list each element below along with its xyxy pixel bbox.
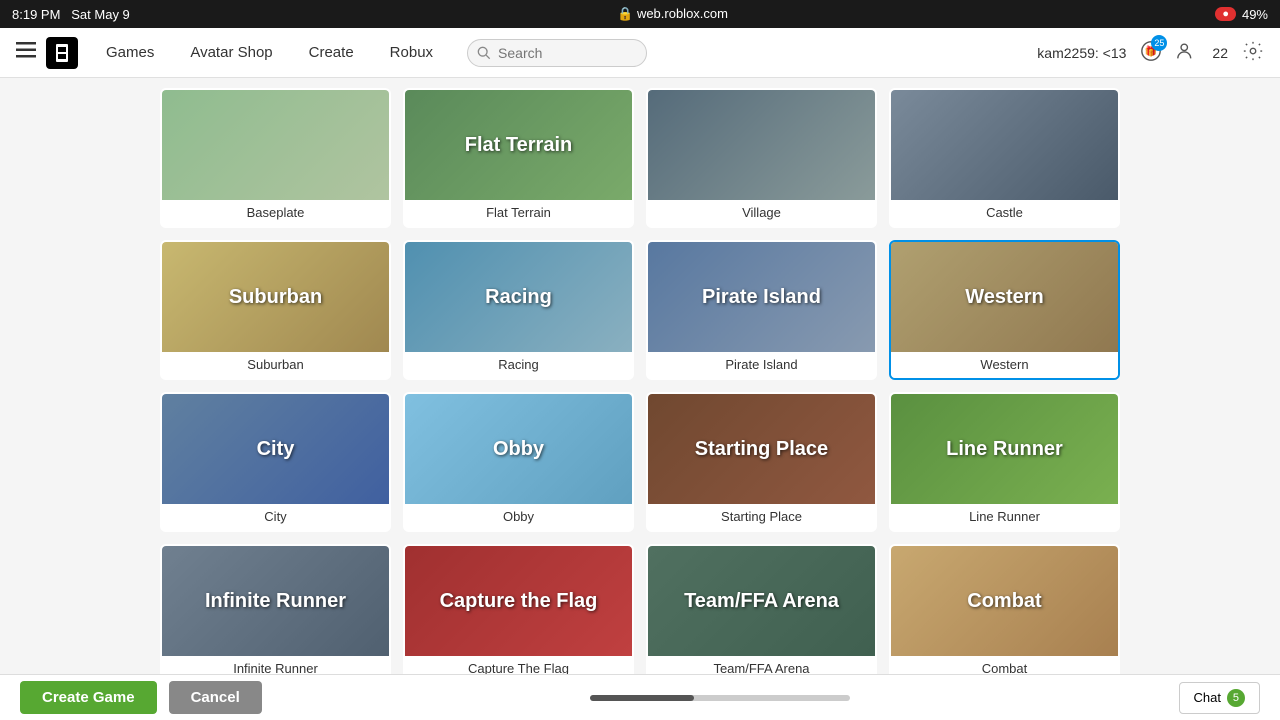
- roblox-logo[interactable]: [46, 37, 78, 69]
- game-card-thumb-team-arena: Team/FFA Arena: [648, 546, 875, 656]
- thumb-label-team-arena: Team/FFA Arena: [680, 586, 843, 617]
- friends-button[interactable]: [1176, 40, 1198, 65]
- game-card-flat-terrain[interactable]: Flat Terrain Flat Terrain: [403, 88, 634, 228]
- game-card-racing[interactable]: Racing Racing: [403, 240, 634, 380]
- game-card-name-castle: Castle: [891, 200, 1118, 226]
- game-card-team-arena[interactable]: Team/FFA Arena Team/FFA Arena: [646, 544, 877, 674]
- nav-games[interactable]: Games: [88, 28, 172, 78]
- notifications-button[interactable]: 🎁 25: [1140, 40, 1162, 65]
- nav-robux[interactable]: Robux: [372, 28, 451, 78]
- game-card-baseplate[interactable]: Baseplate: [160, 88, 391, 228]
- notif-badge: 25: [1151, 35, 1167, 51]
- game-card-thumb-castle: [891, 90, 1118, 200]
- bottom-bar: Create Game Cancel Chat 5: [0, 674, 1280, 720]
- main-content: Baseplate Flat Terrain Flat Terrain Vill…: [0, 78, 1280, 674]
- thumb-label-village: [758, 141, 766, 149]
- thumb-label-starting-place: Starting Place: [691, 434, 832, 465]
- game-card-castle[interactable]: Castle: [889, 88, 1120, 228]
- game-card-thumb-capture-flag: Capture the Flag: [405, 546, 632, 656]
- game-card-thumb-pirate-island: Pirate Island: [648, 242, 875, 352]
- bottom-actions: Create Game Cancel: [20, 681, 262, 714]
- game-card-capture-flag[interactable]: Capture the Flag Capture The Flag: [403, 544, 634, 674]
- chat-label: Chat: [1194, 690, 1221, 705]
- game-card-suburban[interactable]: Suburban Suburban: [160, 240, 391, 380]
- record-badge: ●: [1215, 7, 1236, 21]
- chat-button[interactable]: Chat 5: [1179, 682, 1260, 714]
- status-time: 8:19 PM Sat May 9: [12, 7, 130, 22]
- create-game-button[interactable]: Create Game: [20, 681, 157, 714]
- thumb-label-castle: [1001, 141, 1009, 149]
- battery-indicator: 49%: [1242, 7, 1268, 22]
- game-card-thumb-starting-place: Starting Place: [648, 394, 875, 504]
- top-nav: Games Avatar Shop Create Robux kam2259: …: [0, 28, 1280, 78]
- game-card-name-team-arena: Team/FFA Arena: [648, 656, 875, 674]
- thumb-label-pirate-island: Pirate Island: [698, 282, 825, 313]
- game-card-name-capture-flag: Capture The Flag: [405, 656, 632, 674]
- username-label: kam2259: <13: [1037, 45, 1126, 61]
- game-card-name-starting-place: Starting Place: [648, 504, 875, 530]
- chat-badge: 5: [1227, 689, 1245, 707]
- game-card-name-flat-terrain: Flat Terrain: [405, 200, 632, 226]
- status-right: ● 49%: [1215, 7, 1268, 22]
- thumb-label-suburban: Suburban: [225, 282, 326, 313]
- game-card-line-runner[interactable]: Line Runner Line Runner: [889, 392, 1120, 532]
- game-card-thumb-infinite-runner: Infinite Runner: [162, 546, 389, 656]
- cancel-button[interactable]: Cancel: [169, 681, 262, 714]
- game-card-name-infinite-runner: Infinite Runner: [162, 656, 389, 674]
- game-card-city[interactable]: City City: [160, 392, 391, 532]
- game-card-western[interactable]: Western Western: [889, 240, 1120, 380]
- game-grid: Baseplate Flat Terrain Flat Terrain Vill…: [160, 88, 1120, 674]
- search-input[interactable]: [467, 39, 647, 67]
- thumb-label-line-runner: Line Runner: [942, 434, 1067, 465]
- thumb-label-city: City: [253, 434, 299, 465]
- status-bar: 8:19 PM Sat May 9 🔒 web.roblox.com ● 49%: [0, 0, 1280, 28]
- game-card-thumb-obby: Obby: [405, 394, 632, 504]
- game-card-thumb-village: [648, 90, 875, 200]
- progress-bar-fill: [590, 695, 694, 701]
- thumb-label-obby: Obby: [489, 434, 548, 465]
- game-card-pirate-island[interactable]: Pirate Island Pirate Island: [646, 240, 877, 380]
- game-card-name-racing: Racing: [405, 352, 632, 378]
- game-card-combat[interactable]: Combat Combat: [889, 544, 1120, 674]
- thumb-label-capture-flag: Capture the Flag: [436, 586, 602, 617]
- game-card-name-city: City: [162, 504, 389, 530]
- game-card-starting-place[interactable]: Starting Place Starting Place: [646, 392, 877, 532]
- nav-avatar-shop[interactable]: Avatar Shop: [172, 28, 290, 78]
- game-card-name-combat: Combat: [891, 656, 1118, 674]
- game-card-name-western: Western: [891, 352, 1118, 378]
- game-card-thumb-combat: Combat: [891, 546, 1118, 656]
- game-card-name-baseplate: Baseplate: [162, 200, 389, 226]
- game-card-name-suburban: Suburban: [162, 352, 389, 378]
- thumb-label-infinite-runner: Infinite Runner: [201, 586, 350, 617]
- game-card-thumb-baseplate: [162, 90, 389, 200]
- game-card-infinite-runner[interactable]: Infinite Runner Infinite Runner: [160, 544, 391, 674]
- thumb-label-combat: Combat: [963, 586, 1045, 617]
- search-icon: [477, 46, 491, 60]
- progress-bar: [590, 695, 850, 701]
- game-card-obby[interactable]: Obby Obby: [403, 392, 634, 532]
- game-card-name-village: Village: [648, 200, 875, 226]
- game-card-thumb-racing: Racing: [405, 242, 632, 352]
- main-nav: Games Avatar Shop Create Robux: [88, 28, 451, 78]
- nav-create[interactable]: Create: [291, 28, 372, 78]
- game-card-thumb-city: City: [162, 394, 389, 504]
- game-card-name-line-runner: Line Runner: [891, 504, 1118, 530]
- thumb-label-flat-terrain: Flat Terrain: [461, 130, 576, 161]
- topnav-right: kam2259: <13 🎁 25 22: [1037, 40, 1264, 65]
- game-card-name-obby: Obby: [405, 504, 632, 530]
- game-card-name-pirate-island: Pirate Island: [648, 352, 875, 378]
- game-card-thumb-suburban: Suburban: [162, 242, 389, 352]
- search-wrap: [467, 39, 647, 67]
- game-card-thumb-line-runner: Line Runner: [891, 394, 1118, 504]
- game-card-thumb-flat-terrain: Flat Terrain: [405, 90, 632, 200]
- game-card-village[interactable]: Village: [646, 88, 877, 228]
- thumb-label-baseplate: [272, 141, 280, 149]
- thumb-label-racing: Racing: [481, 282, 556, 313]
- thumb-label-western: Western: [961, 282, 1048, 313]
- friends-count: 22: [1212, 45, 1228, 61]
- status-url: 🔒 web.roblox.com: [617, 6, 728, 22]
- game-card-thumb-western: Western: [891, 242, 1118, 352]
- hamburger-icon[interactable]: [16, 42, 36, 63]
- settings-button[interactable]: [1242, 40, 1264, 65]
